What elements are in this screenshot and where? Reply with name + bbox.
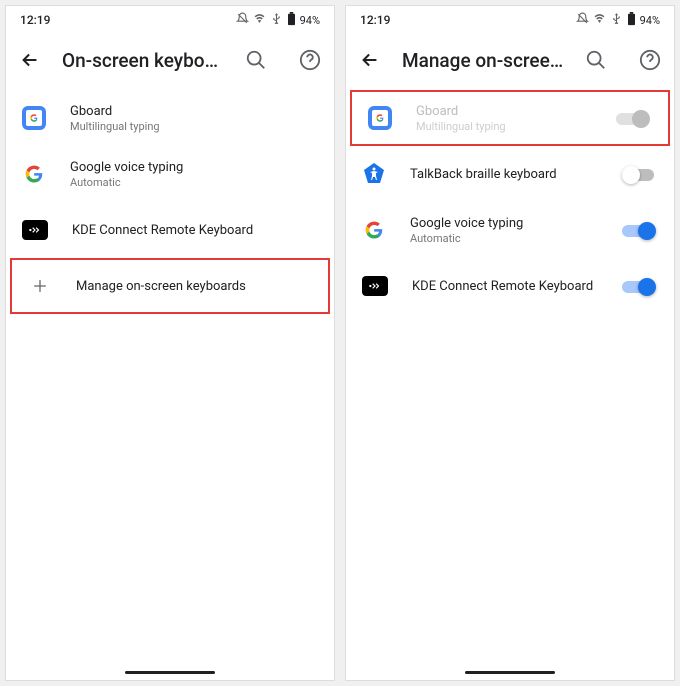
battery-icon (627, 12, 636, 29)
wifi-icon (253, 12, 266, 28)
settings-list: Gboard Multilingual typing Google voice … (6, 86, 334, 314)
phone-left: 12:19 94% On-screen keyboard (5, 5, 335, 681)
help-button[interactable] (298, 48, 322, 72)
usb-icon (270, 12, 283, 28)
gboard-icon (368, 106, 392, 130)
status-icons: 94% (576, 12, 660, 29)
back-button[interactable] (18, 48, 42, 72)
status-time: 12:19 (360, 13, 390, 27)
item-kde-connect[interactable]: KDE Connect Remote Keyboard (6, 202, 334, 258)
status-bar: 12:19 94% (346, 6, 674, 34)
dnd-icon (236, 12, 249, 28)
google-icon (22, 162, 46, 186)
usb-icon (610, 12, 623, 28)
wifi-icon (593, 12, 606, 28)
item-google-voice[interactable]: Google voice typing Automatic (346, 202, 674, 258)
toggle-google-voice[interactable] (622, 220, 658, 240)
kde-icon (362, 276, 388, 296)
battery-icon (287, 12, 296, 29)
status-time: 12:19 (20, 13, 50, 27)
toggle-kde-connect[interactable] (622, 276, 658, 296)
search-button[interactable] (584, 48, 608, 72)
item-kde-connect[interactable]: KDE Connect Remote Keyboard (346, 258, 674, 314)
dnd-icon (576, 12, 589, 28)
app-bar: On-screen keyboard (6, 34, 334, 86)
toggle-gboard (616, 108, 652, 128)
kde-icon (22, 220, 48, 240)
item-gboard[interactable]: Gboard Multilingual typing (350, 90, 670, 146)
item-gboard[interactable]: Gboard Multilingual typing (6, 90, 334, 146)
settings-list: Gboard Multilingual typing TalkBack brai… (346, 86, 674, 314)
item-title: Manage on-screen keyboards (76, 279, 312, 294)
item-subtitle: Multilingual typing (70, 120, 318, 133)
app-bar: Manage on-screen ke... (346, 34, 674, 86)
item-title: KDE Connect Remote Keyboard (72, 223, 318, 238)
phone-right: 12:19 94% Manage on-screen ke... (345, 5, 675, 681)
nav-bar-indicator (465, 671, 555, 674)
battery-percent: 94% (300, 14, 320, 27)
status-icons: 94% (236, 12, 320, 29)
status-bar: 12:19 94% (6, 6, 334, 34)
item-title: Gboard (70, 104, 318, 119)
item-google-voice[interactable]: Google voice typing Automatic (6, 146, 334, 202)
item-manage-keyboards[interactable]: Manage on-screen keyboards (10, 258, 330, 314)
item-title: KDE Connect Remote Keyboard (412, 279, 614, 294)
item-talkback-braille[interactable]: TalkBack braille keyboard (346, 146, 674, 202)
plus-icon (28, 274, 52, 298)
search-button[interactable] (244, 48, 268, 72)
help-button[interactable] (638, 48, 662, 72)
accessibility-icon (362, 162, 386, 186)
item-title: Gboard (416, 104, 608, 119)
item-title: Google voice typing (70, 160, 318, 175)
item-title: Google voice typing (410, 216, 614, 231)
item-subtitle: Automatic (70, 176, 318, 189)
page-title: Manage on-screen ke... (402, 49, 564, 72)
google-icon (362, 218, 386, 242)
battery-percent: 94% (640, 14, 660, 27)
item-title: TalkBack braille keyboard (410, 167, 614, 182)
back-button[interactable] (358, 48, 382, 72)
toggle-talkback[interactable] (622, 164, 658, 184)
nav-bar-indicator (125, 671, 215, 674)
page-title: On-screen keyboard (62, 49, 224, 72)
gboard-icon (22, 106, 46, 130)
item-subtitle: Multilingual typing (416, 120, 608, 133)
item-subtitle: Automatic (410, 232, 614, 245)
